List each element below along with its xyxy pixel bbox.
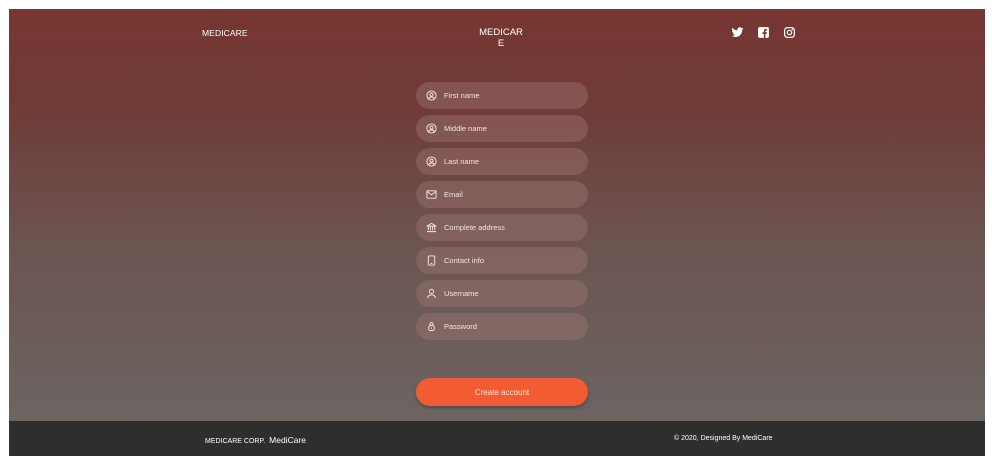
facebook-icon[interactable] (757, 26, 770, 39)
address-input[interactable] (444, 214, 580, 241)
username-input[interactable] (444, 280, 580, 307)
user-circle-icon (426, 156, 437, 167)
address-field[interactable] (416, 214, 588, 241)
registration-form (416, 82, 588, 346)
user-circle-icon (426, 123, 437, 134)
brand-logo-center[interactable]: MEDICARE (479, 27, 523, 49)
password-field[interactable] (416, 313, 588, 340)
email-field[interactable] (416, 181, 588, 208)
first-name-input[interactable] (444, 82, 580, 109)
instagram-icon[interactable] (783, 26, 796, 39)
envelope-icon (426, 190, 437, 199)
footer-company-name: MediCare (269, 435, 307, 445)
footer-brand: MEDICARE CORP. MediCare (205, 435, 306, 445)
contact-field[interactable] (416, 247, 588, 274)
phone-icon (427, 255, 436, 266)
twitter-icon[interactable] (731, 26, 744, 39)
create-account-button[interactable]: Create account (416, 378, 588, 406)
person-icon (427, 288, 436, 299)
middle-name-input[interactable] (444, 115, 580, 142)
footer-copyright: © 2020, Designed By MediCare (674, 435, 773, 442)
building-icon (426, 222, 437, 233)
hero-section: MEDICARE MEDICARE First name Middle name… (9, 9, 985, 421)
last-name-input[interactable] (444, 148, 580, 175)
social-links (731, 26, 796, 39)
last-name-field[interactable] (416, 148, 588, 175)
brand-logo-left[interactable]: MEDICARE (202, 28, 248, 38)
footer-corp: MEDICARE CORP. (205, 438, 266, 445)
first-name-field[interactable] (416, 82, 588, 109)
password-input[interactable] (444, 313, 580, 340)
lock-icon (428, 322, 435, 332)
page-frame: MEDICARE MEDICARE First name Middle name… (9, 9, 985, 456)
footer: MEDICARE CORP. MediCare © 2020, Designed… (9, 421, 985, 456)
user-circle-icon (426, 90, 437, 101)
contact-input[interactable] (444, 247, 580, 274)
email-input[interactable] (444, 181, 580, 208)
username-field[interactable] (416, 280, 588, 307)
middle-name-field[interactable] (416, 115, 588, 142)
